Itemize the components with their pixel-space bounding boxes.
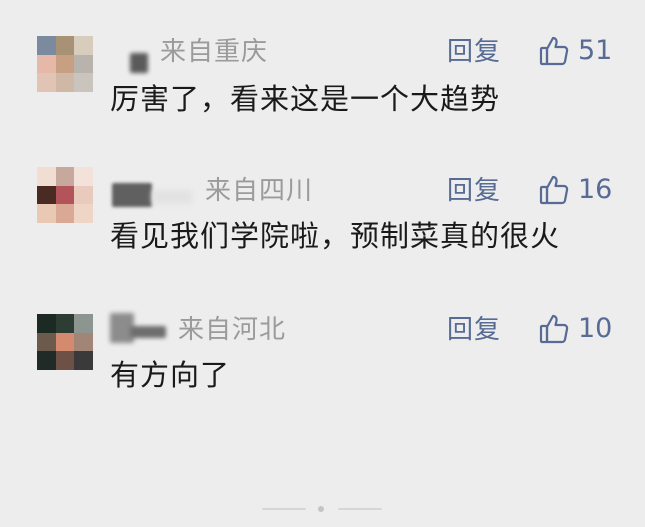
avatar[interactable] — [37, 36, 93, 92]
indicator-dot — [318, 506, 324, 512]
comment-text: 看见我们学院啦，预制菜真的很火 — [110, 219, 561, 253]
location-label: 来自四川 — [205, 176, 314, 206]
like-count: 16 — [578, 174, 613, 205]
username-blurred — [152, 190, 192, 204]
comment-text: 厉害了，看来这是一个大趋势 — [110, 82, 501, 116]
indicator-bar-right — [338, 508, 382, 510]
page-indicator — [0, 506, 645, 512]
location-label: 来自重庆 — [160, 37, 269, 67]
comment-text: 有方向了 — [110, 358, 231, 392]
like-count: 51 — [578, 35, 613, 66]
reply-button[interactable]: 回复 — [447, 37, 501, 67]
thumbs-up-icon — [538, 35, 570, 67]
indicator-bar-left — [262, 508, 306, 510]
like-button[interactable]: 16 — [538, 174, 612, 206]
username-blurred[interactable] — [112, 183, 152, 207]
like-button[interactable]: 51 — [538, 35, 612, 67]
reply-button[interactable]: 回复 — [447, 176, 501, 206]
reply-button[interactable]: 回复 — [447, 315, 501, 345]
avatar[interactable] — [37, 167, 93, 223]
username-blurred — [130, 326, 166, 338]
username-blurred[interactable] — [130, 53, 148, 73]
location-label: 来自河北 — [178, 315, 287, 345]
thumbs-up-icon — [538, 313, 570, 345]
like-count: 10 — [578, 313, 613, 344]
like-button[interactable]: 10 — [538, 313, 612, 345]
thumbs-up-icon — [538, 174, 570, 206]
avatar[interactable] — [37, 314, 93, 370]
